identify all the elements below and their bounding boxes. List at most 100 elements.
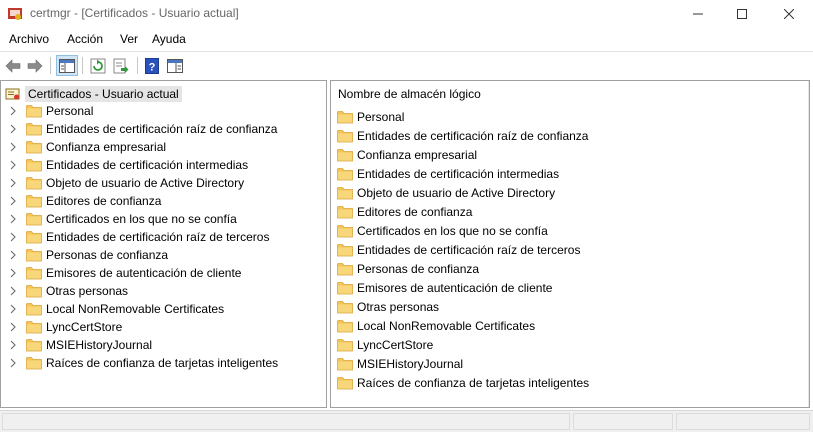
folder-icon [337,377,353,390]
expand-chevron-icon[interactable] [9,124,17,134]
expand-chevron-icon[interactable] [9,106,17,116]
list-item-label: Entidades de certificación intermedias [357,167,560,181]
toolbar-separator [82,57,83,74]
list-item[interactable]: LyncCertStore [337,336,433,354]
menu-separator [0,51,813,52]
list-item[interactable]: Entidades de certificación raíz de confi… [337,127,588,145]
list-item-label: Local NonRemovable Certificates [357,319,536,333]
tree-item[interactable]: Confianza empresarial [9,138,166,156]
list-item[interactable]: Otras personas [337,298,439,316]
forward-button[interactable] [24,55,46,76]
folder-icon [26,177,42,190]
expand-chevron-icon[interactable] [9,268,17,278]
tree-item[interactable]: Objeto de usuario de Active Directory [9,174,244,192]
console-tree-icon [59,58,75,73]
expand-chevron-icon[interactable] [9,214,17,224]
tree-item[interactable]: Local NonRemovable Certificates [9,300,224,318]
export-list-button[interactable] [110,55,132,76]
folder-icon [26,321,42,334]
close-icon [784,9,794,19]
folder-icon [337,244,353,257]
list-item[interactable]: Confianza empresarial [337,146,477,164]
expand-chevron-icon[interactable] [9,358,17,368]
folder-icon [26,267,42,280]
menu-ver[interactable]: Ver [120,32,138,46]
tree-item[interactable]: Entidades de certificación raíz de terce… [9,228,269,246]
tree-item[interactable]: Personas de confianza [9,246,168,264]
tree-item-label: Emisores de autenticación de cliente [46,266,242,280]
folder-icon [26,249,42,262]
list-item[interactable]: Objeto de usuario de Active Directory [337,184,555,202]
show-console-tree-button[interactable] [56,55,78,76]
maximize-button[interactable] [719,0,765,28]
refresh-button[interactable] [87,55,109,76]
minimize-button[interactable] [675,0,721,28]
maximize-icon [737,9,747,19]
list-item[interactable]: MSIEHistoryJournal [337,355,463,373]
list-item[interactable]: Raíces de confianza de tarjetas intelige… [337,374,589,392]
minimize-icon [693,13,703,15]
details-pane[interactable]: Nombre de almacén lógico Personal Entidad… [330,80,810,408]
certificate-manager-icon [7,6,23,22]
list-item[interactable]: Certificados en los que no se confía [337,222,548,240]
expand-chevron-icon[interactable] [9,322,17,332]
certificate-store-icon [5,88,20,99]
list-item[interactable]: Personas de confianza [337,260,479,278]
back-button[interactable] [2,55,24,76]
expand-chevron-icon[interactable] [9,160,17,170]
expand-chevron-icon[interactable] [9,232,17,242]
folder-icon [337,111,353,124]
tree-item[interactable]: MSIEHistoryJournal [9,336,152,354]
list-item[interactable]: Emisores de autenticación de cliente [337,279,552,297]
expand-chevron-icon[interactable] [9,196,17,206]
list-item-label: Editores de confianza [357,205,473,219]
expand-chevron-icon[interactable] [9,286,17,296]
expand-chevron-icon[interactable] [9,340,17,350]
tree-item[interactable]: Entidades de certificación raíz de confi… [9,120,277,138]
column-header-name[interactable]: Nombre de almacén lógico [338,87,481,101]
expand-chevron-icon[interactable] [9,142,17,152]
tree-item[interactable]: Personal [9,102,93,120]
menu-ayuda[interactable]: Ayuda [152,32,186,46]
expand-chevron-icon[interactable] [9,178,17,188]
expand-chevron-icon[interactable] [9,250,17,260]
tree-item[interactable]: LyncCertStore [9,318,122,336]
list-item[interactable]: Editores de confianza [337,203,472,221]
expand-chevron-icon[interactable] [9,304,17,314]
folder-icon [337,358,353,371]
tree-item-label: Certificados en los que no se confía [46,212,237,226]
tree-item[interactable]: Otras personas [9,282,128,300]
list-item[interactable]: Personal [337,108,404,126]
status-cell-secondary [573,413,673,430]
tree-item-label: Objeto de usuario de Active Directory [46,176,245,190]
menu-accion[interactable]: Acción [67,32,103,46]
tree-item[interactable]: Entidades de certificación intermedias [9,156,248,174]
properties-button[interactable] [164,55,186,76]
list-item[interactable]: Entidades de certificación raíz de terce… [337,241,580,259]
tree-item[interactable]: Certificados en los que no se confía [9,210,237,228]
tree-item-label: MSIEHistoryJournal [46,338,153,352]
help-button[interactable]: ? [141,55,163,76]
list-item[interactable]: Entidades de certificación intermedias [337,165,559,183]
status-cell-main [2,413,570,430]
console-tree-pane[interactable]: Certificados - Usuario actual Personal En… [0,80,327,408]
list-item-label: Certificados en los que no se confía [357,224,548,238]
tree-item[interactable]: Editores de confianza [9,192,161,210]
tree-item[interactable]: Raíces de confianza de tarjetas intelige… [9,354,278,372]
close-button[interactable] [766,0,812,28]
list-item[interactable]: Local NonRemovable Certificates [337,317,535,335]
menu-archivo[interactable]: Archivo [9,32,49,46]
tree-item[interactable]: Emisores de autenticación de cliente [9,264,241,282]
folder-icon [337,225,353,238]
tree-item-label: Personas de confianza [46,248,169,262]
folder-icon [337,339,353,352]
status-cell-tertiary [676,413,810,430]
forward-icon [27,58,43,73]
menu-bar: Archivo Acción Ver Ayuda [0,29,813,50]
list-item-label: Entidades de certificación raíz de terce… [357,243,581,257]
tree-item-label: Personal [46,104,94,118]
list-item-label: Otras personas [357,300,440,314]
help-icon: ? [145,57,159,74]
tree-root-node[interactable]: Certificados - Usuario actual [5,85,182,102]
list-item-label: Raíces de confianza de tarjetas intelige… [357,376,590,390]
